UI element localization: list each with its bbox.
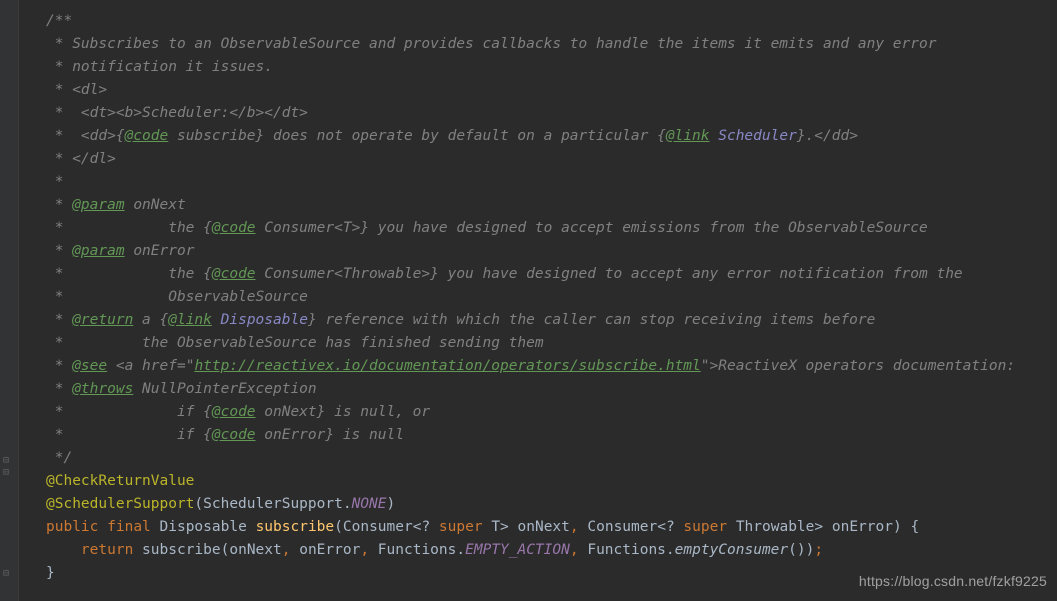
link-tag: @link xyxy=(168,312,212,328)
see-tag: @see xyxy=(72,358,107,374)
javadoc-param: * @param onNext xyxy=(46,197,186,213)
javadoc-return: * @return a {@link Disposable} reference… xyxy=(46,312,875,328)
code-tag: @code xyxy=(212,427,256,443)
javadoc-line: * </dl> xyxy=(46,151,116,167)
javadoc-line: * <dl> xyxy=(46,82,107,98)
brace-close: } xyxy=(46,565,55,581)
method-body: return subscribe(onNext, onError, Functi… xyxy=(46,542,823,558)
throws-tag: @throws xyxy=(72,381,133,397)
javadoc-link-ref: Disposable xyxy=(221,312,308,328)
javadoc-line: * if {@code onNext} is null, or xyxy=(46,404,430,420)
javadoc-line: * the {@code Consumer<Throwable>} you ha… xyxy=(46,266,963,282)
javadoc-line: * <dd>{@code subscribe} does not operate… xyxy=(46,128,858,144)
code-tag: @code xyxy=(212,404,256,420)
code-editor[interactable]: /** * Subscribes to an ObservableSource … xyxy=(18,0,1057,601)
javadoc-link-ref: Scheduler xyxy=(718,128,797,144)
method-signature: public final Disposable subscribe(Consum… xyxy=(46,519,919,535)
method-name: subscribe xyxy=(256,519,335,535)
editor-gutter: ⊟ ⊟ ⊟ xyxy=(0,0,19,601)
javadoc-close: */ xyxy=(46,450,72,466)
fold-marker-icon[interactable]: ⊟ xyxy=(3,569,9,581)
see-url: http://reactivex.io/documentation/operat… xyxy=(194,358,700,374)
param-tag: @param xyxy=(72,197,124,213)
static-field: EMPTY_ACTION xyxy=(465,542,570,558)
annotation-line: @SchedulerSupport(SchedulerSupport.NONE) xyxy=(46,496,395,512)
javadoc-line: * ObservableSource xyxy=(46,289,308,305)
annotation: @SchedulerSupport xyxy=(46,496,194,512)
javadoc-see: * @see <a href="http://reactivex.io/docu… xyxy=(46,358,1024,374)
javadoc-line: * if {@code onError} is null xyxy=(46,427,404,443)
javadoc-line: * the {@code Consumer<T>} you have desig… xyxy=(46,220,928,236)
javadoc-line: * xyxy=(46,174,63,190)
static-field: NONE xyxy=(352,496,387,512)
annotation: @CheckReturnValue xyxy=(46,473,194,489)
javadoc-open: /** xyxy=(46,13,72,29)
code-tag: @code xyxy=(212,266,256,282)
watermark: https://blog.csdn.net/fzkf9225 xyxy=(859,570,1047,593)
fold-marker-icon[interactable]: ⊟ xyxy=(3,456,9,468)
code-tag: @code xyxy=(212,220,256,236)
javadoc-line: * the ObservableSource has finished send… xyxy=(46,335,544,351)
javadoc-line: * <dt><b>Scheduler:</b></dt> xyxy=(46,105,308,121)
fold-marker-icon[interactable]: ⊟ xyxy=(3,468,9,480)
javadoc-throws: * @throws NullPointerException xyxy=(46,381,317,397)
code-tag: @code xyxy=(125,128,169,144)
link-tag: @link xyxy=(666,128,710,144)
javadoc-line: * notification it issues. xyxy=(46,59,273,75)
param-tag: @param xyxy=(72,243,124,259)
javadoc-line: * Subscribes to an ObservableSource and … xyxy=(46,36,936,52)
javadoc-param: * @param onError xyxy=(46,243,194,259)
return-tag: @return xyxy=(72,312,133,328)
